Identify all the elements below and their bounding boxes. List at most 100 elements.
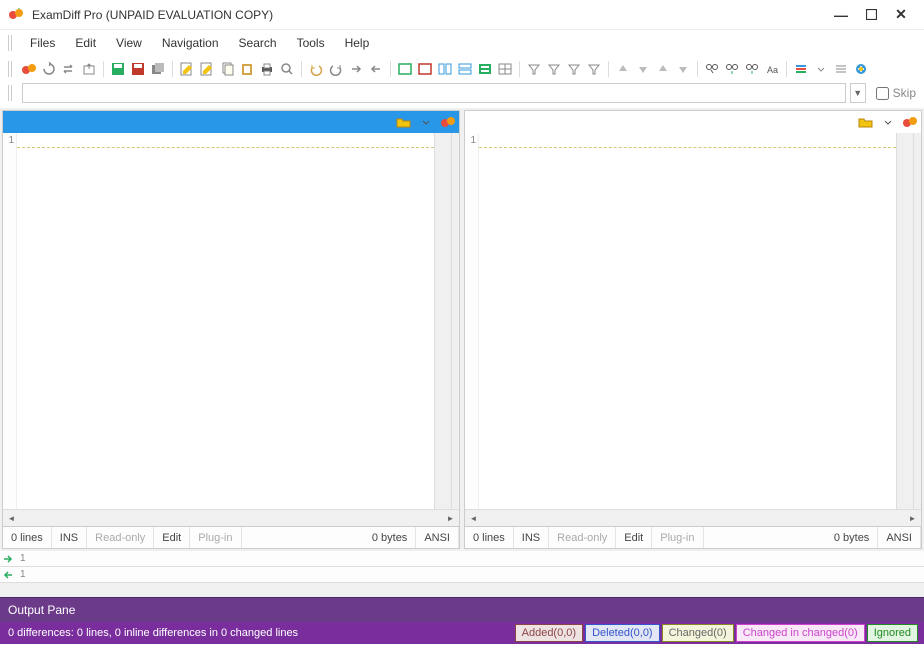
left-scroll-left-icon[interactable]: ◄ (3, 510, 20, 527)
copy-icon[interactable] (218, 60, 236, 78)
right-status-bytes: 0 bytes (704, 527, 879, 548)
view-horizontal-icon[interactable] (456, 60, 474, 78)
left-diff-strip[interactable] (451, 133, 459, 509)
right-compare-icon[interactable] (899, 113, 921, 131)
save-left-icon[interactable] (109, 60, 127, 78)
left-scrollbar-v[interactable] (434, 133, 451, 509)
filter1-icon[interactable] (525, 60, 543, 78)
right-diff-strip[interactable] (913, 133, 921, 509)
search-input[interactable] (22, 83, 846, 103)
nav-arrow-left-icon[interactable] (0, 568, 16, 582)
nav-row-2[interactable]: 1 (0, 567, 924, 583)
maximize-button[interactable] (856, 5, 886, 25)
save-right-icon[interactable] (129, 60, 147, 78)
nav-strips: 1 1 (0, 551, 924, 597)
right-open-icon[interactable] (855, 113, 877, 131)
forward-icon[interactable] (347, 60, 365, 78)
minimize-button[interactable]: — (826, 5, 856, 25)
find-next-icon[interactable] (723, 60, 741, 78)
nav-row-1[interactable]: 1 (0, 551, 924, 567)
list-icon[interactable] (832, 60, 850, 78)
back-icon[interactable] (367, 60, 385, 78)
menu-tools[interactable]: Tools (287, 32, 335, 54)
left-compare-icon[interactable] (437, 113, 459, 131)
right-open-dd-icon[interactable] (877, 113, 899, 131)
close-button[interactable]: ✕ (886, 5, 916, 25)
skip-checkbox-label[interactable]: Skip (876, 86, 916, 100)
nav-arrow-right-icon[interactable] (0, 552, 16, 566)
paste-icon[interactable] (238, 60, 256, 78)
legend-deleted[interactable]: Deleted(0,0) (585, 624, 660, 642)
filter4-icon[interactable] (585, 60, 603, 78)
options-dd-icon[interactable] (812, 60, 830, 78)
find-icon[interactable] (703, 60, 721, 78)
toolbar-grip[interactable] (8, 61, 14, 77)
compare-icon[interactable] (20, 60, 38, 78)
recompare-icon[interactable] (40, 60, 58, 78)
menubar-grip[interactable] (8, 35, 14, 51)
menu-navigation[interactable]: Navigation (152, 32, 229, 54)
right-gutter: 1 (465, 133, 479, 509)
undo-icon[interactable] (307, 60, 325, 78)
left-open-dd-icon[interactable] (415, 113, 437, 131)
left-pane: 1 ◄ ► 0 lines INS Read-only Edit Plug-in… (2, 110, 460, 549)
filter2-icon[interactable] (545, 60, 563, 78)
left-editor[interactable] (17, 133, 434, 509)
nav-up-alt-icon[interactable] (654, 60, 672, 78)
view-single-red-icon[interactable] (416, 60, 434, 78)
right-scrollbar-h[interactable]: ◄ ► (465, 509, 921, 526)
swap-icon[interactable] (60, 60, 78, 78)
nav-down-icon[interactable] (634, 60, 652, 78)
skip-checkbox[interactable] (876, 87, 889, 100)
filter3-icon[interactable] (565, 60, 583, 78)
left-open-icon[interactable] (393, 113, 415, 131)
search-dropdown[interactable]: ▼ (850, 83, 866, 103)
searchbar-grip[interactable] (8, 85, 14, 101)
nav-up-icon[interactable] (614, 60, 632, 78)
legend-changed[interactable]: Changed(0) (662, 624, 734, 642)
left-status-lines: 0 lines (3, 527, 52, 548)
nav-row2-num: 1 (16, 569, 26, 580)
legend-ignored[interactable]: Ignored (867, 624, 918, 642)
menu-files[interactable]: Files (20, 32, 65, 54)
right-scrollbar-v[interactable] (896, 133, 913, 509)
right-status-edit[interactable]: Edit (616, 527, 652, 548)
left-editor-area: 1 (3, 133, 459, 509)
menu-help[interactable]: Help (335, 32, 380, 54)
right-scroll-right-icon[interactable]: ► (904, 510, 921, 527)
print-icon[interactable] (258, 60, 276, 78)
diff-summary-bar: 0 differences: 0 lines, 0 inline differe… (0, 622, 924, 644)
view-grid-icon[interactable] (496, 60, 514, 78)
right-status-plugin: Plug-in (652, 527, 703, 548)
menu-edit[interactable]: Edit (65, 32, 106, 54)
preview-icon[interactable] (278, 60, 296, 78)
options-icon[interactable] (792, 60, 810, 78)
menubar: Files Edit View Navigation Search Tools … (0, 30, 924, 56)
legend-added[interactable]: Added(0,0) (515, 624, 583, 642)
output-pane-header[interactable]: Output Pane (0, 598, 924, 622)
left-scrollbar-h[interactable]: ◄ ► (3, 509, 459, 526)
plugin-icon[interactable] (852, 60, 870, 78)
main-panes: 1 ◄ ► 0 lines INS Read-only Edit Plug-in… (0, 108, 924, 551)
view-vertical-icon[interactable] (436, 60, 454, 78)
left-pane-header[interactable] (3, 111, 459, 133)
view-merged-icon[interactable] (476, 60, 494, 78)
legend-changed-in-changed[interactable]: Changed in changed(0) (736, 624, 865, 642)
export-icon[interactable] (80, 60, 98, 78)
edit-left-icon[interactable] (178, 60, 196, 78)
left-scroll-right-icon[interactable]: ► (442, 510, 459, 527)
right-editor[interactable] (479, 133, 896, 509)
nav-down-alt-icon[interactable] (674, 60, 692, 78)
find-prev-icon[interactable] (743, 60, 761, 78)
find-text-icon[interactable]: Aa (763, 60, 781, 78)
edit-right-icon[interactable] (198, 60, 216, 78)
menu-search[interactable]: Search (229, 32, 287, 54)
left-status-edit[interactable]: Edit (154, 527, 190, 548)
diff-legend: Added(0,0) Deleted(0,0) Changed(0) Chang… (515, 624, 920, 642)
right-scroll-left-icon[interactable]: ◄ (465, 510, 482, 527)
right-pane-header[interactable] (465, 111, 921, 133)
menu-view[interactable]: View (106, 32, 152, 54)
save-both-icon[interactable] (149, 60, 167, 78)
view-single-icon[interactable] (396, 60, 414, 78)
redo-icon[interactable] (327, 60, 345, 78)
